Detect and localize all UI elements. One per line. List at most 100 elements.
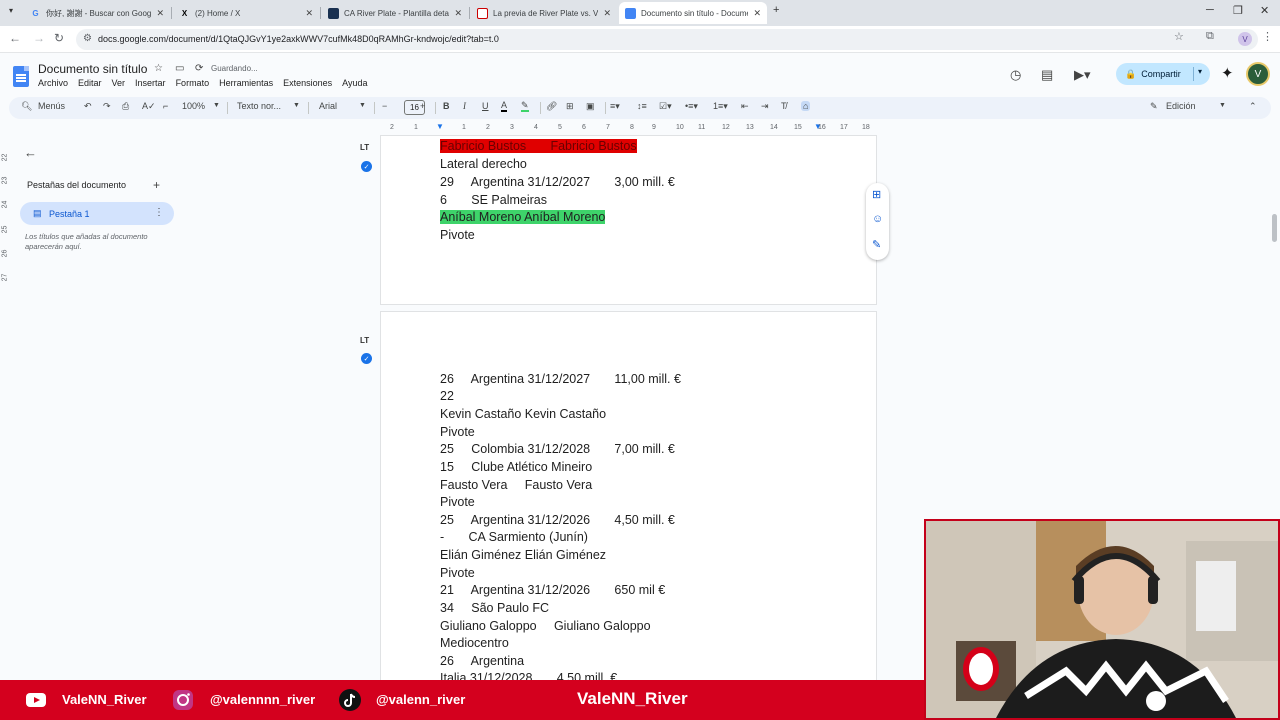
- insert-image-icon[interactable]: ▣: [586, 101, 595, 112]
- document-title[interactable]: Documento sin título: [38, 62, 147, 76]
- share-button[interactable]: 🔒 Compartir ▾: [1116, 63, 1210, 85]
- edit-mode-icon[interactable]: ✎: [1150, 101, 1158, 112]
- account-avatar[interactable]: V: [1246, 62, 1270, 86]
- add-comment-icon[interactable]: ⊞: [566, 101, 574, 112]
- chevron-down-icon[interactable]: ▾: [1198, 67, 1202, 76]
- doc-line[interactable]: Mediocentro: [440, 636, 509, 650]
- languagetool-icon[interactable]: LT: [360, 336, 369, 345]
- meet-icon[interactable]: ▶▾: [1074, 67, 1091, 83]
- doc-line[interactable]: Fabricio Bustos Fabricio Bustos: [440, 139, 637, 153]
- numbered-list-icon[interactable]: 1≡▾: [713, 101, 728, 112]
- spellcheck-icon[interactable]: A✓: [142, 101, 156, 112]
- browser-profile-avatar[interactable]: V: [1238, 32, 1252, 46]
- bold-icon[interactable]: B: [443, 101, 450, 111]
- doc-line[interactable]: Giuliano Galoppo Giuliano Galoppo: [440, 619, 651, 633]
- omnibox[interactable]: ⚙ docs.google.com/document/d/1QtaQJGvY1y…: [76, 29, 1258, 50]
- close-icon[interactable]: ✕: [603, 8, 611, 19]
- window-close-icon[interactable]: ✕: [1260, 4, 1269, 17]
- browser-tab-docs[interactable]: Documento sin título - Documentos ✕: [619, 2, 767, 24]
- close-icon[interactable]: ✕: [156, 8, 164, 19]
- doc-line[interactable]: 25 Argentina 31/12/2026 4,50 mill. €: [440, 513, 675, 527]
- emoji-reaction-icon[interactable]: ☺: [872, 213, 883, 225]
- docs-logo-icon[interactable]: [13, 66, 29, 87]
- comments-icon[interactable]: ▤: [1041, 67, 1053, 83]
- reload-icon[interactable]: ↻: [54, 31, 64, 45]
- doc-line[interactable]: 26 Argentina: [440, 654, 524, 668]
- menu-ver[interactable]: Ver: [112, 78, 126, 88]
- url-text[interactable]: docs.google.com/document/d/1QtaQJGvY1ye2…: [98, 34, 499, 44]
- chevron-down-icon[interactable]: ▼: [1219, 102, 1226, 109]
- languagetool-icon[interactable]: LT: [360, 143, 369, 152]
- undo-icon[interactable]: ↶: [84, 101, 92, 112]
- hide-ruler-icon[interactable]: ⌂: [801, 101, 811, 111]
- menu-insertar[interactable]: Insertar: [135, 78, 166, 88]
- zoom-select[interactable]: 100%: [182, 101, 205, 111]
- menu-ayuda[interactable]: Ayuda: [342, 78, 367, 88]
- back-arrow-icon[interactable]: ←: [24, 145, 37, 160]
- close-icon[interactable]: ✕: [454, 8, 462, 19]
- style-select[interactable]: Texto nor...: [237, 101, 281, 111]
- menu-editar[interactable]: Editar: [78, 78, 102, 88]
- browser-menu-icon[interactable]: ⋮: [1262, 30, 1273, 43]
- menu-formato[interactable]: Formato: [176, 78, 210, 88]
- doc-line[interactable]: 15 Clube Atlético Mineiro: [440, 460, 592, 474]
- extensions-icon[interactable]: ⧉: [1206, 30, 1214, 43]
- print-icon[interactable]: ⎙: [122, 101, 129, 112]
- decrease-indent-icon[interactable]: ⇤: [741, 101, 749, 112]
- history-icon[interactable]: ◷: [1010, 67, 1021, 83]
- doc-line[interactable]: 22: [440, 389, 454, 403]
- browser-tab-transfermarkt[interactable]: CA River Plate - Plantilla detallada ✕: [322, 2, 468, 24]
- menu-extensiones[interactable]: Extensiones: [283, 78, 332, 88]
- align-icon[interactable]: ≡▾: [610, 101, 620, 112]
- doc-line[interactable]: 21 Argentina 31/12/2026 650 mil €: [440, 583, 665, 597]
- bookmark-star-icon[interactable]: ☆: [1174, 30, 1184, 43]
- underline-icon[interactable]: U: [482, 101, 489, 111]
- tab-search-icon[interactable]: ▾: [9, 6, 13, 15]
- browser-tab-google[interactable]: G 你好, 謝謝 - Buscar con Google ✕: [24, 2, 170, 24]
- doc-line[interactable]: 29 Argentina 31/12/2027 3,00 mill. €: [440, 175, 675, 189]
- close-icon[interactable]: ✕: [753, 8, 761, 19]
- doc-line[interactable]: 34 São Paulo FC: [440, 601, 549, 615]
- suggest-edit-icon[interactable]: ✎: [872, 238, 881, 251]
- clear-formatting-icon[interactable]: T̸: [781, 101, 787, 111]
- maximize-icon[interactable]: ❐: [1233, 4, 1243, 17]
- left-indent-marker[interactable]: ▼: [436, 122, 444, 131]
- increase-font-icon[interactable]: +: [420, 101, 425, 111]
- highlight-color-icon[interactable]: ✎: [521, 101, 529, 112]
- doc-line[interactable]: 25 Colombia 31/12/2028 7,00 mill. €: [440, 442, 675, 456]
- doc-line[interactable]: Pivote: [440, 425, 475, 439]
- sidebar-item-tab-1[interactable]: ▤ Pestaña 1 ⋮: [20, 202, 174, 225]
- more-options-icon[interactable]: ⋮: [154, 207, 164, 218]
- bulleted-list-icon[interactable]: •≡▾: [685, 101, 698, 112]
- doc-line[interactable]: Aníbal Moreno Aníbal Moreno: [440, 210, 606, 224]
- minimize-icon[interactable]: ─: [1206, 4, 1214, 16]
- decrease-font-icon[interactable]: −: [382, 101, 387, 111]
- close-icon[interactable]: ✕: [305, 8, 313, 19]
- back-icon[interactable]: ←: [9, 31, 21, 45]
- redo-icon[interactable]: ↷: [103, 101, 111, 112]
- search-icon[interactable]: 🔍︎: [21, 101, 32, 112]
- doc-line[interactable]: Fausto Vera Fausto Vera: [440, 478, 592, 492]
- browser-tab-river[interactable]: La previa de River Plate vs. Vélez ✕: [471, 2, 617, 24]
- menu-archivo[interactable]: Archivo: [38, 78, 68, 88]
- horizontal-ruler[interactable]: 2 1 ▼ 1 2 3 4 5 6 7 8 9 10 11 12 13 14 1…: [380, 122, 876, 135]
- text-color-icon[interactable]: A: [501, 101, 508, 112]
- add-tab-icon[interactable]: +: [153, 178, 160, 192]
- check-icon[interactable]: ✓: [361, 353, 372, 364]
- doc-line[interactable]: Lateral derecho: [440, 157, 527, 171]
- line-spacing-icon[interactable]: ↕≡: [637, 101, 647, 111]
- star-icon[interactable]: ☆: [154, 63, 163, 74]
- doc-line[interactable]: - CA Sarmiento (Junín): [440, 530, 588, 544]
- font-select[interactable]: Arial: [319, 101, 337, 111]
- doc-line[interactable]: Kevin Castaño Kevin Castaño: [440, 407, 606, 421]
- folder-icon[interactable]: ▭: [175, 63, 184, 74]
- menus-search[interactable]: Menús: [38, 101, 65, 111]
- site-info-icon[interactable]: ⚙: [83, 33, 92, 44]
- doc-line[interactable]: Pivote: [440, 566, 475, 580]
- collapse-toolbar-icon[interactable]: ⌃: [1249, 101, 1257, 112]
- forward-icon[interactable]: →: [33, 31, 45, 45]
- doc-line[interactable]: Pivote: [440, 495, 475, 509]
- doc-line[interactable]: Pivote: [440, 228, 475, 242]
- menu-herramientas[interactable]: Herramientas: [219, 78, 273, 88]
- document-scrollbar[interactable]: [1272, 214, 1277, 242]
